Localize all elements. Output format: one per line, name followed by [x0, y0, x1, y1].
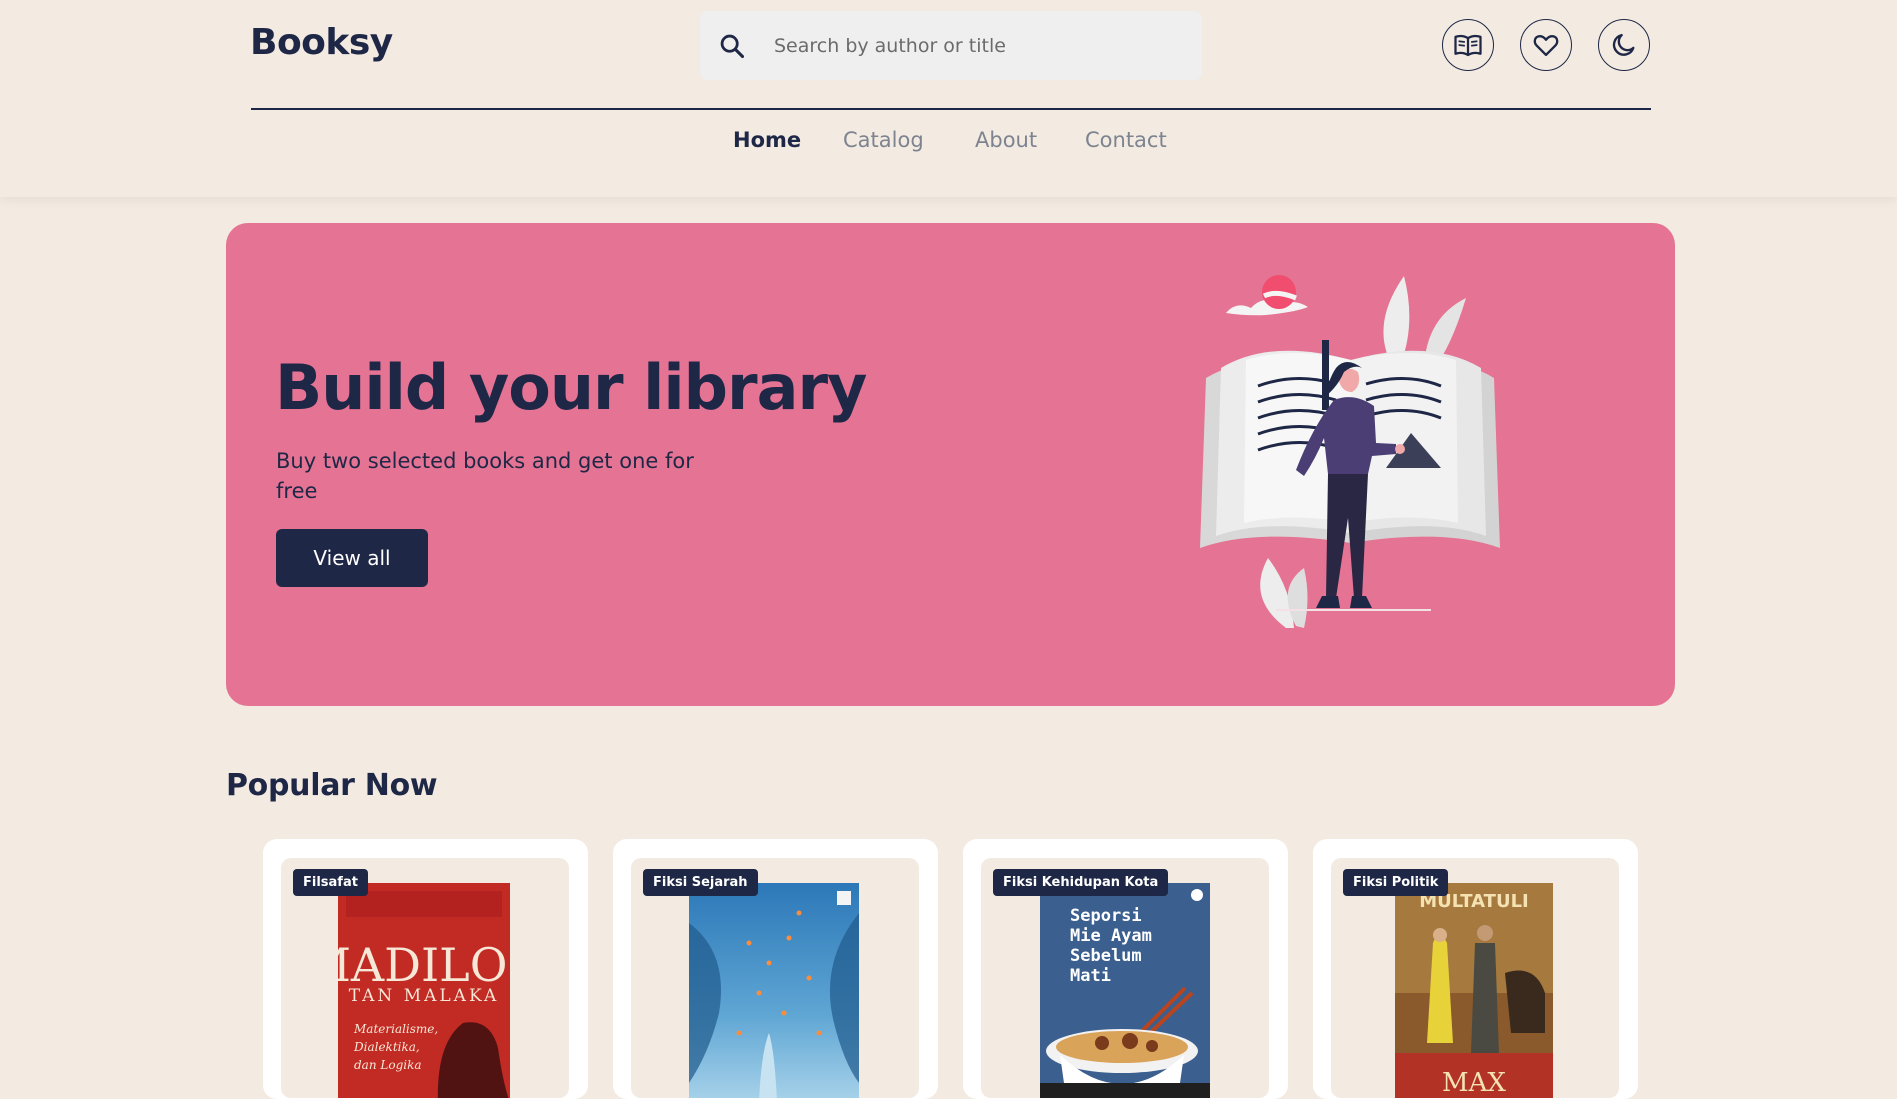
cover-subtitle-line: Dialektika, — [353, 1040, 420, 1054]
logo[interactable]: Booksy — [250, 22, 393, 63]
book-card[interactable]: Fiksi Sejarah — [613, 839, 938, 1099]
nav-catalog[interactable]: Catalog — [843, 128, 924, 152]
book-cover-underwater[interactable] — [689, 883, 859, 1098]
cover-subtitle-line: Materialisme, — [353, 1022, 438, 1036]
book-cover-madilog[interactable]: MADILOG TAN MALAKA Materialisme, Dialekt… — [338, 883, 510, 1098]
cover-title-line: Mati — [1070, 966, 1111, 986]
popular-now-title: Popular Now — [226, 768, 438, 803]
library-button[interactable] — [1442, 19, 1494, 71]
search-bar[interactable] — [700, 11, 1202, 80]
category-badge: Filsafat — [293, 869, 368, 896]
search-input[interactable] — [772, 33, 1176, 58]
category-badge: Fiksi Politik — [1343, 869, 1449, 896]
category-badge: Fiksi Sejarah — [643, 869, 758, 896]
cover-author: TAN MALAKA — [349, 986, 500, 1006]
book-cover-max-havelaar[interactable]: MULTATULI MAX — [1395, 883, 1553, 1098]
book-card-inner: Fiksi Politik MULTATULI MAX — [1331, 858, 1619, 1098]
cover-title-line: Sebelum — [1070, 946, 1142, 966]
book-card-inner: Filsafat MADILOG TAN MALAKA Materialisme… — [281, 858, 569, 1098]
search-icon — [720, 34, 745, 58]
header: Booksy Home Catalog About Contact — [0, 0, 1897, 197]
hero-banner: Build your library Buy two selected book… — [226, 223, 1675, 706]
book-open-icon — [1454, 34, 1482, 57]
heart-icon — [1533, 35, 1559, 57]
moon-icon — [1612, 33, 1635, 56]
header-divider — [251, 108, 1651, 110]
cover-title-line: Seporsi — [1070, 906, 1142, 926]
dark-mode-toggle[interactable] — [1598, 19, 1650, 71]
nav-about[interactable]: About — [975, 128, 1037, 152]
hero-subtitle: Buy two selected books and get one for f… — [276, 449, 694, 503]
hero-title: Build your library — [275, 351, 867, 424]
book-cover-mie-ayam[interactable]: Seporsi Mie Ayam Sebelum Mati — [1040, 883, 1210, 1098]
book-card[interactable]: Filsafat MADILOG TAN MALAKA Materialisme… — [263, 839, 588, 1099]
book-card-inner: Fiksi Kehidupan Kota Seporsi Mie Ayam Se… — [981, 858, 1269, 1098]
reading-illustration — [1200, 275, 1500, 628]
cover-subtitle-line: dan Logika — [354, 1058, 422, 1072]
book-card[interactable]: Fiksi Kehidupan Kota Seporsi Mie Ayam Se… — [963, 839, 1288, 1099]
main-nav: Home Catalog About Contact — [0, 128, 1897, 162]
view-all-button[interactable]: View all — [276, 529, 428, 587]
cover-title: MADILOG — [338, 938, 510, 992]
category-badge: Fiksi Kehidupan Kota — [993, 869, 1169, 896]
nav-contact[interactable]: Contact — [1085, 128, 1167, 152]
cover-title: MAX — [1442, 1068, 1506, 1098]
cover-title-line: Mie Ayam — [1070, 926, 1152, 946]
wishlist-button[interactable] — [1520, 19, 1572, 71]
book-card-inner: Fiksi Sejarah — [631, 858, 919, 1098]
nav-home[interactable]: Home — [733, 128, 801, 152]
book-card[interactable]: Fiksi Politik MULTATULI MAX — [1313, 839, 1638, 1099]
